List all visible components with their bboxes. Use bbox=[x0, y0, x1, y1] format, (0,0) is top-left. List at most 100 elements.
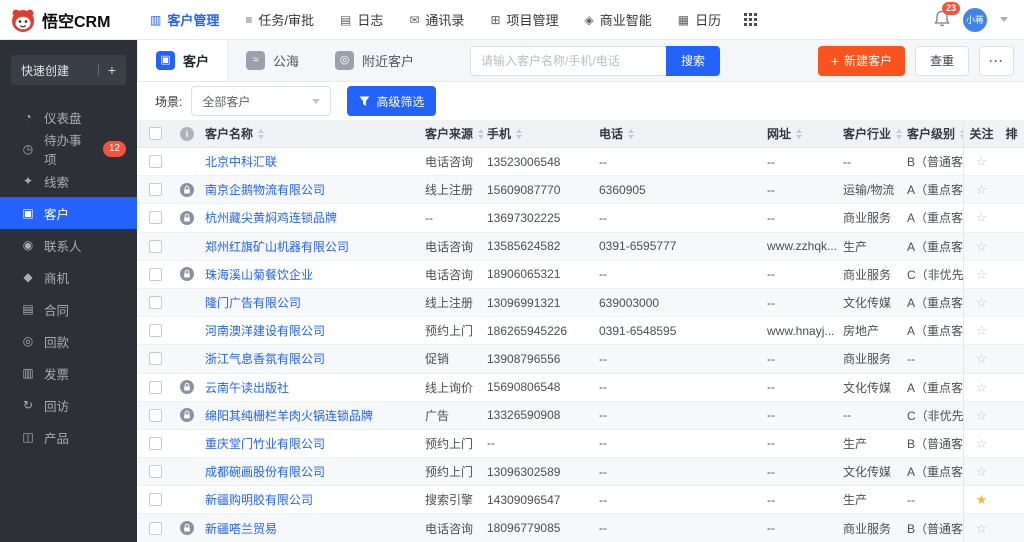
column-header-level[interactable]: 客户级别 bbox=[903, 125, 963, 142]
column-header-mobile[interactable]: 手机 bbox=[483, 125, 595, 142]
sidebar-item-products[interactable]: ◫ 产品 bbox=[0, 421, 137, 453]
sidebar-item-opportunities[interactable]: ◆ 商机 bbox=[0, 261, 137, 293]
customer-name-link[interactable]: 北京中科汇联 bbox=[205, 153, 277, 170]
column-header-industry[interactable]: 客户行业 bbox=[839, 125, 903, 142]
table-row[interactable]: 隆门广告有限公司 线上注册 13096991321 639003000 -- 文… bbox=[137, 288, 1024, 318]
customer-name-link[interactable]: 河南澳洋建设有限公司 bbox=[205, 322, 325, 339]
table-row[interactable]: 成都碗画股份有限公司 预约上门 13096302589 -- -- 文化传媒 A… bbox=[137, 458, 1024, 487]
scene-select[interactable]: 全部客户 bbox=[191, 86, 332, 116]
sort-icon[interactable] bbox=[628, 128, 635, 139]
nav-item-business-intelligence[interactable]: ◈ 商业智能 bbox=[572, 0, 665, 39]
table-row[interactable]: 绵阳其纯栅栏羊肉火锅连锁品牌 广告 13326590908 -- -- -- C… bbox=[137, 401, 1024, 430]
customer-name-link[interactable]: 郑州红旗矿山机器有限公司 bbox=[205, 238, 349, 255]
star-icon[interactable]: ☆ bbox=[976, 211, 988, 224]
tab-customer[interactable]: ▣ 客户 bbox=[137, 40, 229, 81]
sort-icon[interactable] bbox=[796, 128, 803, 139]
table-row[interactable]: 南京企鹅物流有限公司 线上注册 15609087770 6360905 -- 运… bbox=[137, 176, 1024, 205]
row-checkbox[interactable] bbox=[148, 267, 162, 281]
customer-name-link[interactable]: 新疆购明胶有限公司 bbox=[205, 491, 313, 508]
customer-name-link[interactable]: 杭州藏尖黄焖鸡连锁品牌 bbox=[205, 209, 337, 226]
star-icon[interactable]: ☆ bbox=[976, 352, 988, 365]
sort-icon[interactable] bbox=[516, 128, 523, 139]
nav-item-tasks-approval[interactable]: ≡ 任务/审批 bbox=[232, 0, 327, 39]
table-row[interactable]: 新疆嗒兰贸易 电话咨询 18096779085 -- -- 商业服务 B（普通客… bbox=[137, 514, 1024, 542]
column-header-website[interactable]: 网址 bbox=[763, 125, 839, 142]
apps-grid-icon[interactable] bbox=[744, 13, 758, 26]
sort-icon[interactable] bbox=[258, 128, 265, 139]
sidebar-item-todo[interactable]: ◷ 待办事项 12 bbox=[0, 133, 137, 167]
row-checkbox[interactable] bbox=[148, 183, 162, 197]
row-checkbox[interactable] bbox=[148, 324, 162, 338]
user-menu-chevron-icon[interactable] bbox=[1000, 17, 1008, 22]
star-icon[interactable]: ☆ bbox=[976, 155, 988, 168]
logo[interactable]: 悟空CRM bbox=[0, 7, 137, 33]
row-checkbox[interactable] bbox=[148, 380, 162, 394]
row-checkbox[interactable] bbox=[148, 465, 162, 479]
star-icon[interactable]: ☆ bbox=[976, 522, 988, 535]
star-icon[interactable]: ☆ bbox=[976, 465, 988, 478]
sidebar-item-dashboard[interactable]: ◔ 仪表盘 bbox=[0, 101, 137, 133]
select-all-checkbox[interactable] bbox=[148, 127, 162, 140]
new-customer-button[interactable]: + 新建客户 bbox=[817, 45, 905, 76]
customer-name-link[interactable]: 南京企鹅物流有限公司 bbox=[205, 181, 325, 198]
tab-nearby-customers[interactable]: ◎ 附近客户 bbox=[317, 40, 432, 81]
column-header-source[interactable]: 客户来源 bbox=[421, 125, 483, 142]
row-checkbox[interactable] bbox=[148, 155, 162, 169]
column-header-sort[interactable]: 排 bbox=[999, 120, 1024, 147]
row-checkbox[interactable] bbox=[148, 239, 162, 253]
search-button[interactable]: 搜索 bbox=[666, 45, 721, 76]
customer-name-link[interactable]: 隆门广告有限公司 bbox=[205, 294, 301, 311]
customer-name-link[interactable]: 云南午读出版社 bbox=[205, 379, 289, 396]
table-row[interactable]: 云南午读出版社 线上询价 15690806548 -- -- 文化传媒 A（重点… bbox=[137, 373, 1024, 402]
row-checkbox[interactable] bbox=[148, 352, 162, 366]
user-avatar[interactable]: 小蒋 bbox=[963, 7, 987, 32]
star-icon[interactable]: ☆ bbox=[976, 268, 988, 281]
nav-item-address-book[interactable]: ✉ 通讯录 bbox=[396, 0, 477, 39]
advanced-filter-button[interactable]: 高级筛选 bbox=[347, 86, 437, 116]
sidebar-item-customers[interactable]: ▣ 客户 bbox=[0, 197, 137, 229]
star-icon[interactable]: ☆ bbox=[976, 324, 988, 337]
tab-public-sea[interactable]: ≈ 公海 bbox=[228, 40, 317, 81]
table-row[interactable]: 珠海溪山菊餐饮企业 电话咨询 18906065321 -- -- 商业服务 C（… bbox=[137, 260, 1024, 289]
sidebar-item-invoices[interactable]: ▥ 发票 bbox=[0, 357, 137, 389]
star-icon[interactable]: ☆ bbox=[976, 183, 988, 196]
sort-icon[interactable] bbox=[896, 128, 903, 139]
sidebar-item-contacts[interactable]: ◉ 联系人 bbox=[0, 229, 137, 261]
row-checkbox[interactable] bbox=[148, 521, 162, 535]
nav-item-customer-management[interactable]: ▥ 客户管理 bbox=[137, 0, 232, 39]
customer-name-link[interactable]: 浙江气息香氛有限公司 bbox=[205, 350, 325, 367]
sidebar-item-payments[interactable]: ◎ 回款 bbox=[0, 325, 137, 357]
column-header-phone[interactable]: 电话 bbox=[595, 125, 763, 142]
nav-item-log[interactable]: ▤ 日志 bbox=[327, 0, 396, 39]
quick-create-plus-icon[interactable]: + bbox=[108, 63, 116, 77]
table-row[interactable]: 郑州红旗矿山机器有限公司 电话咨询 13585624582 0391-65957… bbox=[137, 232, 1024, 261]
star-icon[interactable]: ☆ bbox=[976, 409, 988, 422]
more-actions-button[interactable]: ··· bbox=[979, 45, 1014, 76]
table-row[interactable]: 浙江气息香氛有限公司 促销 13908796556 -- -- 商业服务 -- … bbox=[137, 345, 1024, 374]
sidebar-item-visits[interactable]: ↻ 回访 bbox=[0, 389, 137, 421]
customer-name-link[interactable]: 绵阳其纯栅栏羊肉火锅连锁品牌 bbox=[205, 407, 373, 424]
row-checkbox[interactable] bbox=[148, 493, 162, 507]
row-checkbox[interactable] bbox=[148, 296, 162, 310]
sidebar-item-leads[interactable]: ✦ 线索 bbox=[0, 165, 137, 197]
table-row[interactable]: 新疆购明胶有限公司 搜索引擎 14309096547 -- -- 生产 -- ★ bbox=[137, 486, 1024, 515]
search-input[interactable] bbox=[470, 45, 667, 76]
star-icon[interactable]: ☆ bbox=[976, 381, 988, 394]
star-icon[interactable]: ☆ bbox=[976, 437, 988, 450]
customer-name-link[interactable]: 成都碗画股份有限公司 bbox=[205, 463, 325, 480]
row-checkbox[interactable] bbox=[148, 436, 162, 450]
customer-name-link[interactable]: 新疆嗒兰贸易 bbox=[205, 520, 277, 537]
customer-name-link[interactable]: 珠海溪山菊餐饮企业 bbox=[205, 266, 313, 283]
nav-item-calendar[interactable]: ▦ 日历 bbox=[665, 0, 734, 39]
notification-bell-icon[interactable]: 23 bbox=[934, 1, 961, 30]
star-icon[interactable]: ★ bbox=[976, 493, 988, 506]
column-header-customer-name[interactable]: 客户名称 bbox=[201, 125, 421, 142]
row-checkbox[interactable] bbox=[148, 211, 162, 225]
quick-create-button[interactable]: 快速创建 + bbox=[11, 55, 126, 85]
table-row[interactable]: 河南澳洋建设有限公司 预约上门 186265945226 0391-654859… bbox=[137, 317, 1024, 346]
table-row[interactable]: 北京中科汇联 电话咨询 13523006548 -- -- -- B（普通客户）… bbox=[137, 148, 1024, 177]
table-row[interactable]: 重庆堂门竹业有限公司 预约上门 -- -- -- 生产 B（普通客户） ☆ bbox=[137, 429, 1024, 459]
row-checkbox[interactable] bbox=[148, 408, 162, 422]
nav-item-project-management[interactable]: ⊞ 项目管理 bbox=[477, 0, 571, 39]
customer-name-link[interactable]: 重庆堂门竹业有限公司 bbox=[205, 435, 325, 452]
